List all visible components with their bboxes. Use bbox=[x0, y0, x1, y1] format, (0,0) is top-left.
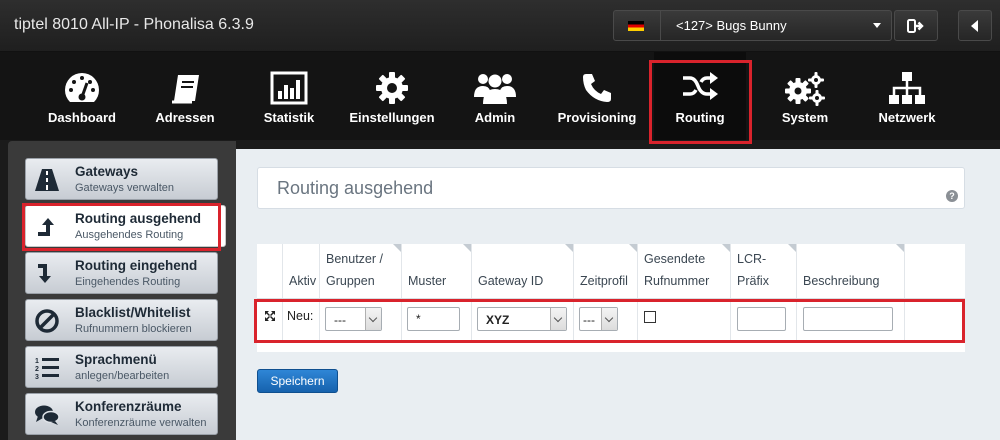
column-header-label: Gateway ID bbox=[478, 274, 544, 288]
gear-icon bbox=[376, 72, 408, 104]
user-select[interactable]: <127> Bugs Bunny bbox=[613, 10, 892, 41]
column-header-gateway[interactable]: Gateway ID bbox=[472, 244, 574, 298]
nav-label: Dashboard bbox=[48, 110, 116, 125]
nav-label: Admin bbox=[474, 110, 516, 125]
nav-label: Statistik bbox=[263, 110, 315, 125]
statistics-icon bbox=[270, 71, 308, 105]
collapse-button[interactable] bbox=[958, 10, 992, 41]
page-header: Routing ausgehend bbox=[257, 167, 965, 209]
nav-system[interactable]: System bbox=[759, 52, 851, 140]
column-header-lcr-praefix[interactable]: LCR-Präfix bbox=[731, 244, 797, 298]
column-header-label: Benutzer / Gruppen bbox=[326, 252, 383, 288]
top-bar: tiptel 8010 All-IP - Phonalisa 6.3.9 <12… bbox=[0, 0, 1000, 52]
column-header-beschreibung[interactable]: Beschreibung bbox=[797, 244, 905, 298]
nav-label: Adressen bbox=[155, 110, 215, 125]
sidebar-item-gateways[interactable]: Gateways Gateways verwalten bbox=[25, 158, 218, 200]
sort-corner-icon bbox=[463, 244, 471, 252]
save-button[interactable]: Speichern bbox=[257, 369, 338, 393]
address-book-icon bbox=[172, 75, 199, 104]
phone-icon bbox=[583, 74, 611, 102]
column-handle bbox=[257, 244, 283, 298]
sidebar-item-subtitle: Gateways verwalten bbox=[75, 182, 175, 194]
logout-button[interactable] bbox=[894, 10, 938, 41]
nav-admin[interactable]: Admin bbox=[449, 52, 541, 140]
nav-netzwerk[interactable]: Netzwerk bbox=[861, 52, 953, 140]
list-ol-icon: 1 2 3 bbox=[35, 358, 59, 381]
comments-icon bbox=[35, 405, 60, 425]
sidebar-item-konferenzraeume[interactable]: Konferenzräume Konferenzräume verwalten bbox=[25, 393, 218, 435]
sort-corner-icon bbox=[629, 244, 637, 252]
sidebar-item-subtitle: Eingehendes Routing bbox=[75, 276, 181, 288]
network-icon bbox=[889, 72, 925, 104]
sort-corner-icon bbox=[393, 244, 401, 252]
sign-out-icon bbox=[907, 18, 924, 33]
sidebar-item-subtitle: Konferenzräume verwalten bbox=[75, 417, 207, 429]
sort-corner-icon bbox=[788, 244, 796, 252]
main-content: Routing ausgehend ? Aktiv Benutzer / Gru… bbox=[236, 149, 1000, 440]
dashboard-icon bbox=[65, 73, 99, 102]
arrow-down-icon bbox=[38, 264, 51, 283]
svg-text:2: 2 bbox=[35, 366, 39, 373]
sidebar: Gateways Gateways verwalten Routing ausg… bbox=[8, 141, 236, 440]
column-header-muster[interactable]: Muster bbox=[402, 244, 472, 298]
nav-provisioning[interactable]: Provisioning bbox=[551, 52, 643, 140]
users-icon bbox=[474, 74, 516, 104]
gears-icon bbox=[785, 72, 825, 106]
sidebar-item-blacklist[interactable]: Blacklist/Whitelist Rufnummern blockiere… bbox=[25, 299, 218, 341]
sidebar-item-title: Sprachmenü bbox=[75, 352, 157, 367]
caret-down-icon bbox=[873, 23, 881, 28]
divider bbox=[660, 11, 661, 40]
nav-adressen[interactable]: Adressen bbox=[139, 52, 231, 140]
sidebar-item-title: Gateways bbox=[75, 164, 139, 179]
column-header-gesendete-rufnummer[interactable]: Gesendete Rufnummer bbox=[638, 244, 731, 298]
nav-label: Netzwerk bbox=[878, 110, 936, 125]
sidebar-highlight-frame bbox=[22, 203, 221, 251]
nav-einstellungen[interactable]: Einstellungen bbox=[346, 52, 438, 140]
sort-corner-icon bbox=[896, 244, 904, 252]
sort-corner-icon bbox=[722, 244, 730, 252]
app-title: tiptel 8010 All-IP - Phonalisa 6.3.9 bbox=[14, 16, 254, 33]
sidebar-item-routing-eingehend[interactable]: Routing eingehend Eingehendes Routing bbox=[25, 252, 218, 294]
sidebar-item-title: Routing eingehend bbox=[75, 258, 198, 273]
german-flag-icon bbox=[628, 21, 644, 31]
sidebar-item-subtitle: anlegen/bearbeiten bbox=[75, 370, 170, 382]
routing-highlight-frame bbox=[649, 60, 752, 144]
column-header-benutzer[interactable]: Benutzer / Gruppen bbox=[320, 244, 402, 298]
nav-dashboard[interactable]: Dashboard bbox=[36, 52, 128, 140]
svg-text:1: 1 bbox=[35, 358, 39, 365]
user-select-value: <127> Bugs Bunny bbox=[676, 18, 787, 33]
help-icon[interactable]: ? bbox=[946, 190, 958, 202]
column-header-zeitprofil[interactable]: Zeitprofil bbox=[574, 244, 638, 298]
nav-label: System bbox=[781, 110, 829, 125]
nav-label: Provisioning bbox=[557, 110, 637, 125]
sort-corner-icon bbox=[565, 244, 573, 252]
sidebar-item-title: Blacklist/Whitelist bbox=[75, 305, 191, 320]
nav-label: Einstellungen bbox=[349, 110, 435, 125]
caret-left-icon bbox=[971, 19, 978, 32]
sidebar-item-sprachmenue[interactable]: 1 2 3 Sprachmenü anlegen/bearbeiten bbox=[25, 346, 218, 388]
ban-icon bbox=[35, 309, 59, 333]
main-nav: Dashboard Adressen Statistik Einstellung… bbox=[0, 52, 1000, 140]
column-header-label: LCR-Präfix bbox=[737, 252, 769, 288]
nav-statistik[interactable]: Statistik bbox=[243, 52, 335, 140]
column-header-label: Gesendete Rufnummer bbox=[644, 252, 710, 288]
road-icon bbox=[35, 169, 59, 191]
column-header-label: Zeitprofil bbox=[580, 274, 628, 288]
sidebar-item-title: Konferenzräume bbox=[75, 399, 182, 414]
page-title: Routing ausgehend bbox=[277, 178, 434, 198]
svg-text:3: 3 bbox=[35, 374, 39, 381]
sidebar-item-subtitle: Rufnummern blockieren bbox=[75, 323, 192, 335]
column-header-label: Muster bbox=[408, 274, 447, 288]
row-highlight-frame bbox=[254, 299, 965, 343]
column-header-label: Beschreibung bbox=[803, 274, 880, 288]
column-header-aktiv: Aktiv bbox=[283, 244, 320, 298]
column-header-label: Aktiv bbox=[289, 274, 317, 288]
